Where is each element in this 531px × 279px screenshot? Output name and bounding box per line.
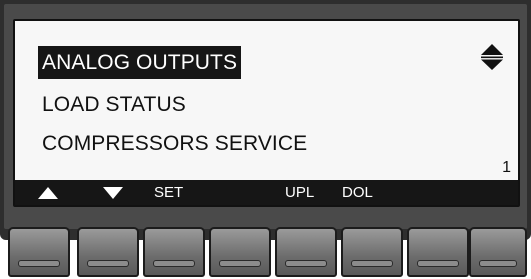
- lcd-screen: ANALOG OUTPUTS LOAD STATUS COMPRESSORS S…: [13, 19, 520, 207]
- softkey-dol-label[interactable]: DOL: [342, 180, 373, 205]
- controller-bezel: ANALOG OUTPUTS LOAD STATUS COMPRESSORS S…: [0, 0, 531, 240]
- menu-item-compressors-service[interactable]: COMPRESSORS SERVICE: [38, 127, 311, 160]
- softkey-legend-bar: SET UPL DOL: [15, 180, 518, 205]
- softkey-set-label[interactable]: SET: [154, 180, 183, 205]
- menu-item-load-status[interactable]: LOAD STATUS: [38, 88, 190, 121]
- triangle-up-icon[interactable]: [37, 186, 59, 200]
- hardware-buttons-row: [0, 223, 531, 279]
- hardware-button-2[interactable]: [77, 227, 139, 277]
- triangle-down-icon[interactable]: [102, 186, 124, 200]
- menu-item-analog-outputs[interactable]: ANALOG OUTPUTS: [38, 46, 242, 79]
- up-down-arrows-icon: [481, 44, 503, 70]
- hardware-button-7[interactable]: [407, 227, 469, 277]
- hardware-button-8[interactable]: [469, 227, 527, 277]
- softkey-upl-label[interactable]: UPL: [285, 180, 314, 205]
- page-number: 1: [502, 159, 511, 176]
- hardware-button-4[interactable]: [209, 227, 271, 277]
- hardware-button-6[interactable]: [341, 227, 403, 277]
- hardware-button-3[interactable]: [143, 227, 205, 277]
- hardware-button-5[interactable]: [275, 227, 337, 277]
- hardware-button-1[interactable]: [8, 227, 70, 277]
